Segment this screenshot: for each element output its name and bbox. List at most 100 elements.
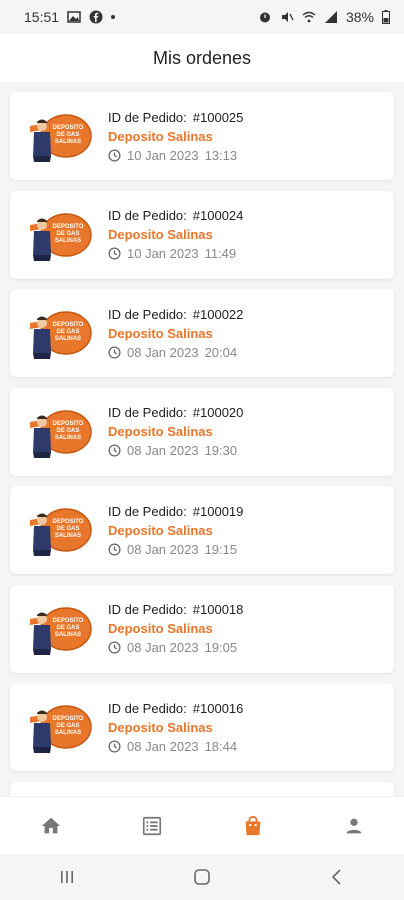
order-info: ID de Pedido: #100024 Deposito Salinas 10… xyxy=(108,208,243,261)
order-id-row: ID de Pedido: #100016 xyxy=(108,701,243,716)
order-card[interactable]: DEPOSITO DE GAS SALINAS ID de Pedido: #10… xyxy=(10,683,394,771)
order-time: 13:13 xyxy=(204,147,238,163)
order-store-name: Deposito Salinas xyxy=(108,621,213,636)
order-store-name: Deposito Salinas xyxy=(108,227,213,242)
svg-text:DEPOSITO: DEPOSITO xyxy=(53,519,84,525)
order-date: 10 Jan 2023 xyxy=(127,246,199,261)
order-date: 08 Jan 2023 xyxy=(127,443,199,458)
svg-text:DE GAS: DE GAS xyxy=(56,231,79,237)
order-id-number: #100016 xyxy=(192,700,244,716)
clock-icon xyxy=(108,444,121,457)
clock-icon xyxy=(108,247,121,260)
order-card[interactable]: DEPOSITO DE GAS SALINAS ID de Pedido: #10… xyxy=(10,584,394,673)
status-right: 38% xyxy=(258,9,390,25)
list-icon xyxy=(142,816,161,835)
order-id-label: ID de Pedido: xyxy=(108,208,187,223)
deposito-salinas-logo: DEPOSITO DE GAS SALINAS xyxy=(30,508,92,556)
status-time: 15:51 xyxy=(24,9,60,25)
svg-text:SALINAS: SALINAS xyxy=(55,730,81,736)
order-card[interactable]: DEPOSITO DE GAS SALINAS ID de Pedido: #10… xyxy=(10,387,394,476)
order-datetime: 08 Jan 2023 19:15 xyxy=(108,542,243,557)
svg-text:DEPOSITO: DEPOSITO xyxy=(53,421,84,427)
order-card[interactable]: DEPOSITO DE GAS SALINAS ID de Pedido: #10… xyxy=(10,190,394,279)
deposito-salinas-logo: DEPOSITO DE GAS SALINAS xyxy=(30,409,92,458)
order-info: ID de Pedido: #100018 Deposito Salinas 08… xyxy=(108,602,243,655)
svg-text:DE GAS: DE GAS xyxy=(56,526,79,532)
clock-icon xyxy=(108,345,121,359)
order-store-name: Deposito Salinas xyxy=(108,424,213,439)
order-id-number: #100018 xyxy=(192,602,244,617)
order-id-row: ID de Pedido: #100019 xyxy=(108,504,243,519)
battery-percent: 38% xyxy=(345,9,374,25)
page-title: Mis ordenes xyxy=(152,47,252,68)
order-id-label: ID de Pedido: xyxy=(108,306,187,322)
order-date: 10 Jan 2023 xyxy=(127,147,199,163)
deposito-salinas-logo: DEPOSITO DE GAS SALINAS xyxy=(30,311,92,359)
shopping-bag-icon xyxy=(245,815,260,835)
order-date: 08 Jan 2023 xyxy=(127,541,199,557)
mute-icon xyxy=(281,12,294,22)
svg-text:DE GAS: DE GAS xyxy=(56,723,79,729)
order-info: ID de Pedido: #100019 Deposito Salinas 08… xyxy=(108,504,243,557)
order-id-label: ID de Pedido: xyxy=(108,503,187,519)
order-id-label: ID de Pedido: xyxy=(108,602,187,617)
svg-text:DE GAS: DE GAS xyxy=(56,329,79,335)
home-icon xyxy=(41,817,60,833)
order-date: 08 Jan 2023 xyxy=(127,344,199,360)
order-id-number: #100022 xyxy=(192,306,244,322)
svg-text:SALINAS: SALINAS xyxy=(55,632,81,638)
order-id-number: #100019 xyxy=(192,503,244,519)
battery-icon xyxy=(382,10,390,24)
order-card[interactable]: DEPOSITO DE GAS SALINAS ID de Pedido: #10… xyxy=(10,289,394,377)
order-time: 20:04 xyxy=(204,344,238,360)
order-card[interactable]: DEPOSITO DE GAS SALINAS ID de Pedido: #10… xyxy=(10,486,394,574)
order-id-number: #100025 xyxy=(192,109,244,125)
svg-text:DE GAS: DE GAS xyxy=(56,428,79,434)
order-datetime: 10 Jan 2023 11:49 xyxy=(108,246,243,261)
order-card[interactable]: DEPOSITO DE GAS SALINAS ID de Pedido: #10… xyxy=(10,92,394,180)
order-id-row: ID de Pedido: #100020 xyxy=(108,405,243,420)
svg-text:SALINAS: SALINAS xyxy=(55,435,81,441)
order-time: 19:30 xyxy=(204,443,238,458)
person-icon xyxy=(346,818,361,833)
order-store-name: Deposito Salinas xyxy=(108,128,213,144)
facebook-icon xyxy=(89,10,103,24)
svg-text:SALINAS: SALINAS xyxy=(55,139,81,145)
home-button-icon[interactable] xyxy=(192,867,212,887)
deposito-salinas-logo: DEPOSITO DE GAS SALINAS xyxy=(30,212,92,261)
order-datetime: 08 Jan 2023 19:30 xyxy=(108,443,243,458)
nav-list[interactable] xyxy=(122,806,182,846)
order-list[interactable]: DEPOSITO DE GAS SALINAS ID de Pedido: #10… xyxy=(0,82,404,796)
svg-text:DEPOSITO: DEPOSITO xyxy=(53,618,84,624)
order-store-name: Deposito Salinas xyxy=(108,522,213,538)
bottom-nav xyxy=(0,796,404,854)
order-id-row: ID de Pedido: #100018 xyxy=(108,602,243,617)
recent-apps-icon[interactable] xyxy=(57,867,77,887)
notification-dot xyxy=(111,15,116,19)
order-id-label: ID de Pedido: xyxy=(108,405,187,420)
status-left: 15:51 xyxy=(24,9,116,25)
nav-home[interactable] xyxy=(21,806,81,846)
nav-profile[interactable] xyxy=(324,806,384,846)
order-id-row: ID de Pedido: #100024 xyxy=(108,208,243,223)
back-icon[interactable] xyxy=(327,867,347,887)
order-time: 19:05 xyxy=(204,640,238,655)
deposito-salinas-logo: DEPOSITO DE GAS SALINAS xyxy=(30,606,92,655)
order-datetime: 10 Jan 2023 13:13 xyxy=(108,148,243,163)
order-date: 08 Jan 2023 xyxy=(127,738,199,754)
order-date: 08 Jan 2023 xyxy=(127,640,199,655)
order-id-row: ID de Pedido: #100025 xyxy=(108,110,243,125)
order-id-row: ID de Pedido: #100022 xyxy=(108,307,243,322)
order-time: 19:15 xyxy=(204,541,238,557)
order-id-label: ID de Pedido: xyxy=(108,109,187,125)
order-info: ID de Pedido: #100022 Deposito Salinas 08… xyxy=(108,307,243,360)
order-time: 11:49 xyxy=(204,246,237,261)
clock-icon xyxy=(108,641,121,654)
deposito-salinas-logo: DEPOSITO DE GAS SALINAS xyxy=(30,705,92,753)
wifi-icon xyxy=(302,11,316,23)
order-card-partial[interactable] xyxy=(10,781,394,796)
nav-orders[interactable] xyxy=(223,806,283,846)
svg-text:DE GAS: DE GAS xyxy=(56,625,79,631)
svg-text:DEPOSITO: DEPOSITO xyxy=(53,224,84,230)
svg-text:DEPOSITO: DEPOSITO xyxy=(53,125,84,131)
